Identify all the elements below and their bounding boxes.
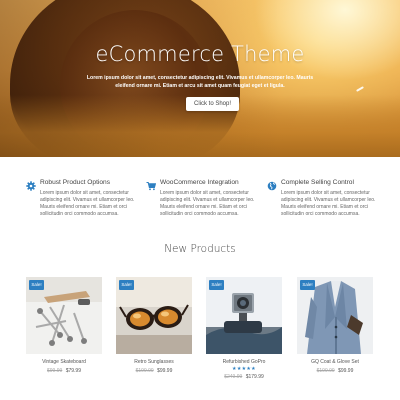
product-card[interactable]: Sale! Retro Sunglasses $199.99 $99.99	[116, 277, 192, 387]
feature-title: Robust Product Options	[40, 179, 111, 186]
product-old-price: $249.99	[224, 374, 243, 380]
product-image[interactable]: Sale!	[26, 277, 102, 354]
product-image[interactable]: Sale!	[297, 277, 373, 354]
gear-icon	[26, 178, 36, 191]
product-price: $99.99 $79.99	[26, 368, 102, 374]
product-sale-price: $79.99	[65, 368, 81, 374]
product-card[interactable]: Sale! Refurbished GoPro ★★★★★ $249.99 $1…	[206, 277, 282, 387]
product-price: $199.99 $99.99	[116, 368, 192, 374]
product-name[interactable]: Retro Sunglasses	[116, 359, 192, 365]
product-name[interactable]: Refurbished GoPro	[206, 359, 282, 365]
hero-banner: eCommerce Theme Lorem ipsum dolor sit am…	[0, 0, 400, 157]
product-name[interactable]: GQ Coat & Glove Set	[297, 359, 373, 365]
section-title: New Products	[164, 243, 236, 255]
sale-badge: Sale!	[119, 280, 134, 290]
product-card[interactable]: Sale! Vintage Skateboard $99.99 $79.99	[26, 277, 102, 387]
globe-icon	[267, 178, 277, 191]
hero-subtitle: Lorem ipsum dolor sit amet, consectetur …	[86, 75, 314, 89]
feature-title: Complete Selling Control	[281, 179, 354, 186]
cart-icon	[146, 178, 157, 191]
product-price: $249.99 $179.99	[206, 374, 282, 380]
product-sale-price: $99.99	[157, 368, 173, 374]
rating-stars: ★★★★★	[232, 366, 256, 372]
feature-description: Lorem ipsum dolor sit amet, consectetur …	[40, 190, 135, 217]
product-sale-price: $179.99	[245, 374, 264, 380]
sale-badge: Sale!	[209, 280, 224, 290]
product-card[interactable]: Sale! GQ Coat & Glove Set $199.99 $99.99	[297, 277, 373, 387]
shop-button[interactable]: Click to Shop!	[186, 97, 239, 111]
feature-description: Lorem ipsum dolor sit amet, consectetur …	[281, 190, 376, 217]
product-old-price: $199.99	[316, 368, 335, 374]
hero-title: eCommerce Theme	[95, 42, 305, 66]
product-price: $199.99 $99.99	[297, 368, 373, 374]
product-old-price: $99.99	[47, 368, 63, 374]
product-image[interactable]: Sale!	[206, 277, 282, 354]
product-name[interactable]: Vintage Skateboard	[26, 359, 102, 365]
sale-badge: Sale!	[29, 280, 44, 290]
sale-badge: Sale!	[300, 280, 315, 290]
product-old-price: $199.99	[135, 368, 154, 374]
product-sale-price: $99.99	[338, 368, 354, 374]
feature-title: WooCommerce Integration	[160, 179, 239, 186]
product-image[interactable]: Sale!	[116, 277, 192, 354]
feature-description: Lorem ipsum dolor sit amet, consectetur …	[160, 190, 255, 217]
